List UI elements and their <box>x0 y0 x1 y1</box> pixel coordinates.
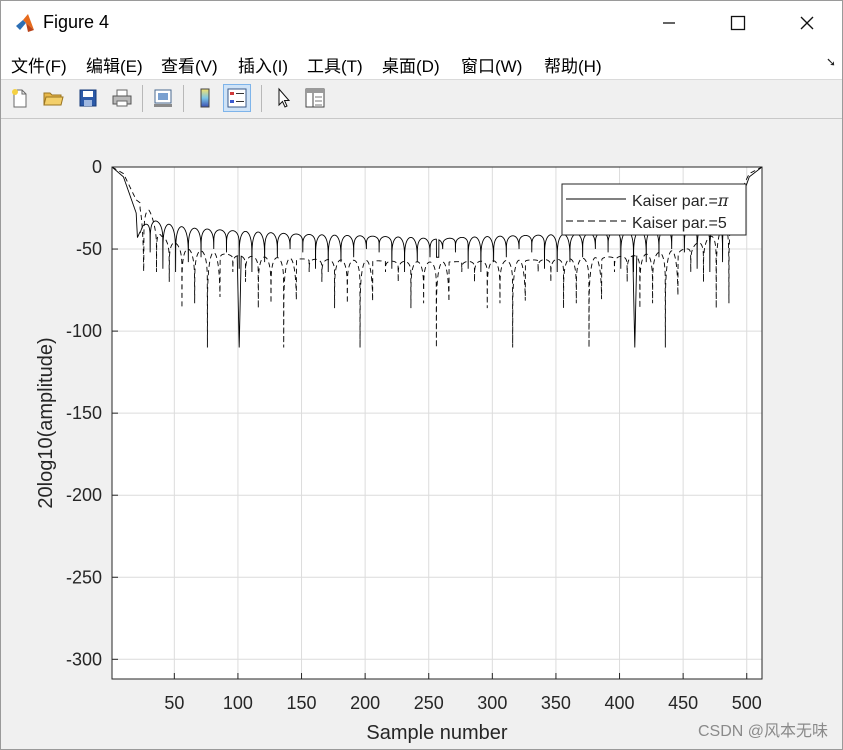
toolbar <box>1 80 842 119</box>
pointer-icon <box>278 87 291 108</box>
y-axis-label: 20log10(amplitude) <box>35 337 57 508</box>
figure-canvas: 50 100 150 200 250 300 350 400 450 500 0 -50 -100 -15… <box>1 119 842 749</box>
legend-icon <box>227 88 247 108</box>
legend-button[interactable] <box>223 84 251 112</box>
x-tick-label: 100 <box>223 693 253 713</box>
x-tick-label: 400 <box>605 693 635 713</box>
axes-background[interactable] <box>112 167 762 679</box>
x-tick-label: 50 <box>164 693 184 713</box>
x-tick-label: 450 <box>668 693 698 713</box>
print-icon <box>112 89 132 107</box>
legend[interactable]: Kaiser par.=π Kaiser par.=5 <box>561 183 747 236</box>
x-axis-label: Sample number <box>366 722 508 744</box>
x-tick-label: 350 <box>541 693 571 713</box>
new-file-icon <box>12 89 27 108</box>
save-icon <box>79 89 97 107</box>
property-inspector-icon <box>305 88 325 108</box>
close-icon <box>800 16 814 30</box>
watermark: CSDN @风本无味 <box>697 723 828 740</box>
new-figure-button[interactable] <box>6 84 34 112</box>
maximize-button[interactable] <box>703 1 773 45</box>
print-button[interactable] <box>108 84 136 112</box>
x-tick-label: 150 <box>287 693 317 713</box>
x-tick-label: 200 <box>350 693 380 713</box>
y-tick-label: -50 <box>76 239 102 259</box>
open-file-button[interactable] <box>39 84 67 112</box>
minimize-button[interactable] <box>634 1 704 45</box>
y-tick-label: 0 <box>92 157 102 177</box>
property-inspector-button[interactable] <box>301 84 329 112</box>
x-tick-label: 300 <box>477 693 507 713</box>
menu-help[interactable]: 帮助(H) <box>544 52 602 77</box>
x-tick-label: 250 <box>414 693 444 713</box>
maximize-icon <box>730 15 746 31</box>
y-tick-label: -250 <box>66 567 102 587</box>
close-button[interactable] <box>772 1 842 45</box>
menu-file[interactable]: 文件(F) <box>11 52 67 77</box>
figure-window: Figure 4 文件(F) 编辑(E) 查看(V) 插入(I) 工具(T) 桌… <box>0 0 843 750</box>
x-tick-label: 500 <box>732 693 762 713</box>
legend-entry-kaiser-5: Kaiser par.=5 <box>632 215 727 232</box>
y-tick-label: -100 <box>66 321 102 341</box>
y-tick-label: -200 <box>66 485 102 505</box>
colorbar-button[interactable] <box>191 84 219 112</box>
plot-svg[interactable]: 50 100 150 200 250 300 350 400 450 500 0 -50 -100 -15… <box>1 119 842 749</box>
toolbar-separator <box>142 85 143 112</box>
colorbar-icon <box>200 88 210 108</box>
menu-edit[interactable]: 编辑(E) <box>86 52 143 77</box>
matlab-logo-icon <box>16 14 34 32</box>
minimize-icon <box>663 22 675 24</box>
menu-tools[interactable]: 工具(T) <box>307 52 363 77</box>
menu-insert[interactable]: 插入(I) <box>238 52 288 77</box>
title-bar[interactable]: Figure 4 <box>1 1 842 45</box>
window-title: Figure 4 <box>43 12 110 32</box>
menu-view[interactable]: 查看(V) <box>161 52 218 77</box>
open-folder-icon <box>43 92 64 106</box>
legend-entry-kaiser-pi: Kaiser par.=π <box>632 191 729 210</box>
toolbar-separator <box>261 85 262 112</box>
edit-plot-button[interactable] <box>269 84 297 112</box>
menu-window[interactable]: 窗口(W) <box>461 52 522 77</box>
toolbar-separator <box>183 85 184 112</box>
link-plot-icon <box>154 89 172 107</box>
y-tick-label: -150 <box>66 403 102 423</box>
dock-arrow-icon[interactable]: ➘ <box>826 55 836 69</box>
save-button[interactable] <box>74 84 102 112</box>
menu-bar: 文件(F) 编辑(E) 查看(V) 插入(I) 工具(T) 桌面(D) 窗口(W… <box>1 45 842 80</box>
link-plot-button[interactable] <box>149 84 177 112</box>
y-tick-label: -300 <box>66 649 102 669</box>
menu-desktop[interactable]: 桌面(D) <box>382 52 440 77</box>
